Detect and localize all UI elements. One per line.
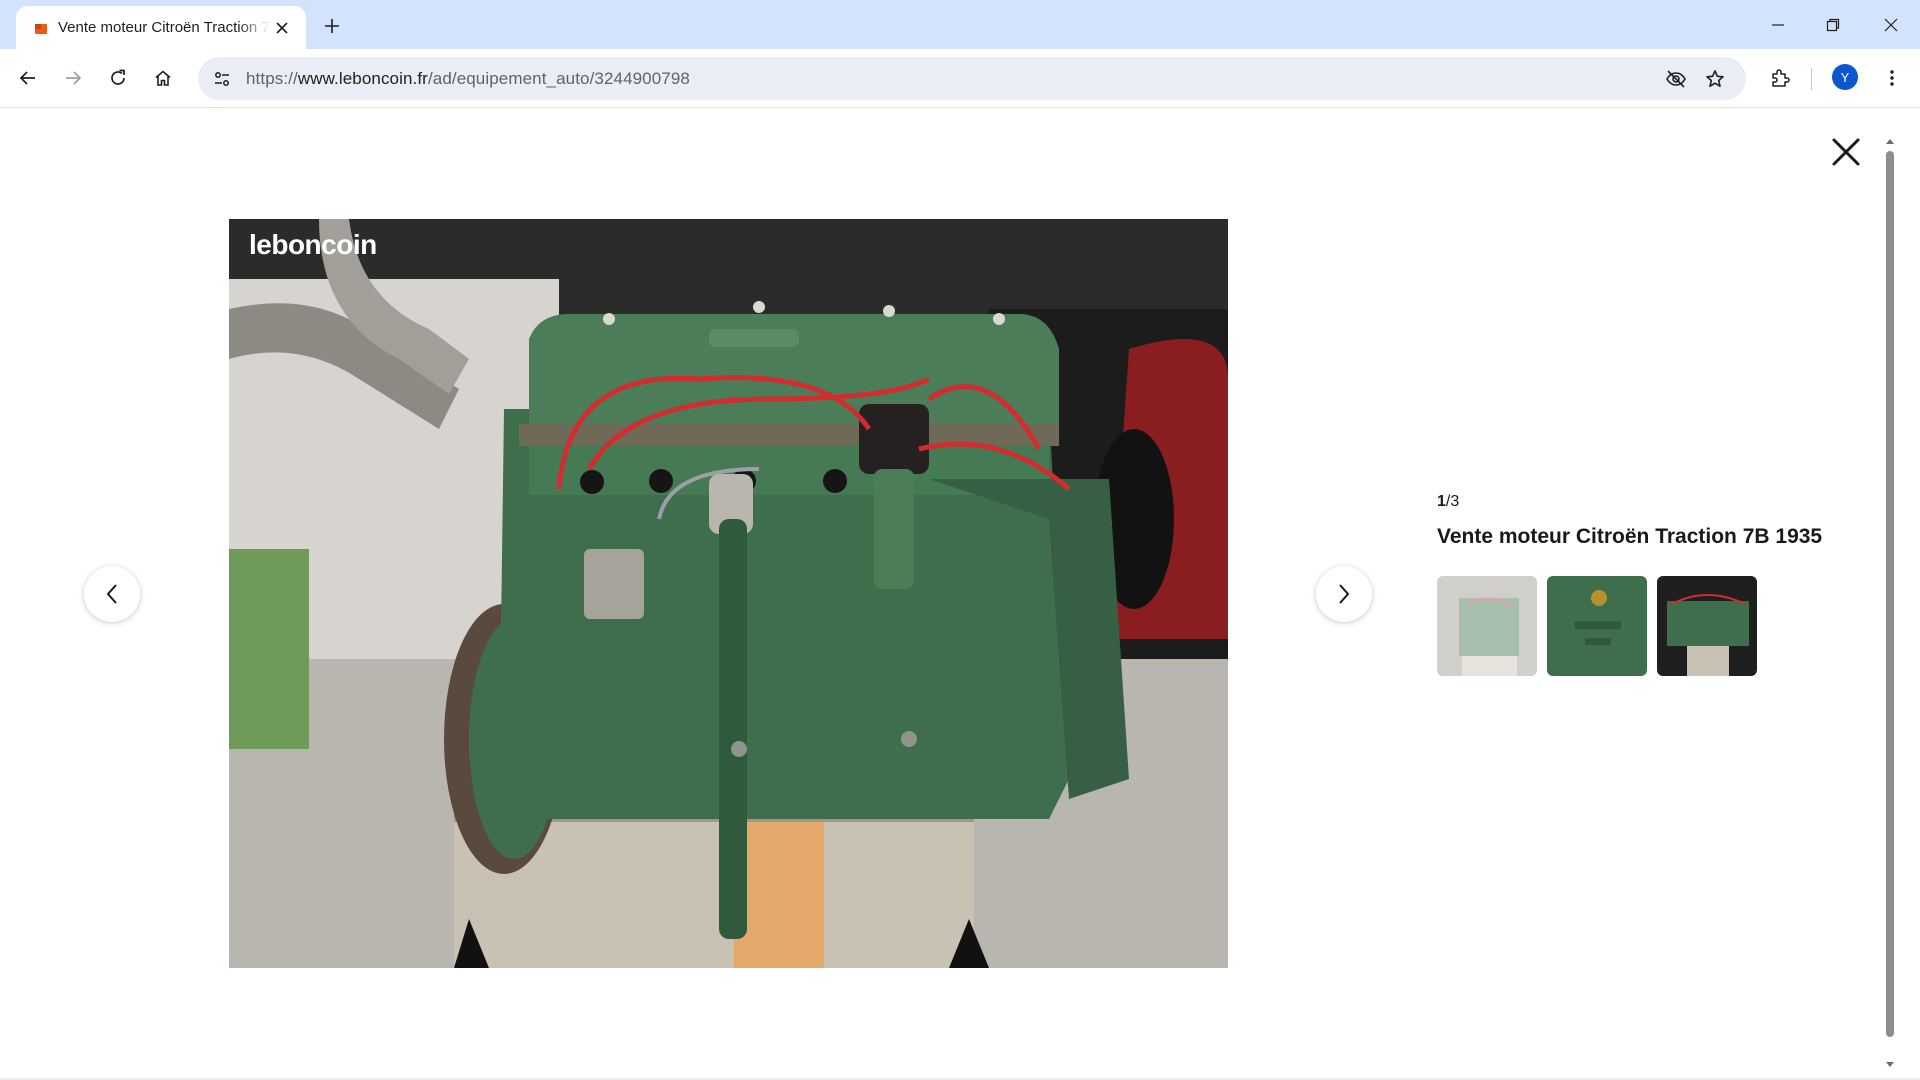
chevron-left-icon xyxy=(106,584,117,604)
chevron-right-icon xyxy=(1339,584,1350,604)
thumbnail-1[interactable] xyxy=(1437,576,1537,676)
site-info-tune-icon[interactable] xyxy=(206,63,238,95)
kebab-menu-icon[interactable] xyxy=(1876,62,1908,94)
tab-title: Vente moteur Citroën Traction 7B 1935 xyxy=(58,19,270,36)
photo-counter-total: /3 xyxy=(1445,493,1460,510)
bookmark-star-icon[interactable] xyxy=(1699,63,1731,95)
new-tab-icon[interactable] xyxy=(318,12,346,40)
photo-counter-current: 1 xyxy=(1437,493,1446,510)
thumbnail-strip xyxy=(1437,576,1837,676)
profile-avatar[interactable]: Y xyxy=(1832,64,1858,90)
minimize-icon[interactable] xyxy=(1758,10,1798,40)
leboncoin-watermark-logo: leboncoin xyxy=(249,229,377,260)
photo-info-panel: 1/3 Vente moteur Citroën Traction 7B 193… xyxy=(1437,493,1837,676)
ad-title: Vente moteur Citroën Traction 7B 1935 xyxy=(1437,525,1823,548)
vertical-scrollbar[interactable] xyxy=(1884,137,1896,1069)
scroll-down-arrow-icon[interactable] xyxy=(1885,1061,1895,1069)
url-scheme: https:// xyxy=(246,68,298,88)
extensions-puzzle-icon[interactable] xyxy=(1764,62,1796,94)
browser-tab-strip: Vente moteur Citroën Traction 7B 1935 xyxy=(0,0,1920,49)
toolbar-separator xyxy=(1811,68,1812,90)
browser-tab-active[interactable]: Vente moteur Citroën Traction 7B 1935 xyxy=(16,6,306,49)
eye-slash-icon[interactable] xyxy=(1660,63,1692,95)
engine-photo-illustration xyxy=(229,219,1228,968)
url-path: /ad/equipement_auto/3244900798 xyxy=(427,68,690,88)
reload-icon[interactable] xyxy=(102,62,134,94)
thumbnail-3[interactable] xyxy=(1657,576,1757,676)
url-text: https://www.leboncoin.fr/ad/equipement_a… xyxy=(246,69,690,89)
scroll-up-arrow-icon[interactable] xyxy=(1885,137,1895,145)
back-arrow-icon[interactable] xyxy=(12,62,44,94)
main-photo[interactable]: leboncoin xyxy=(229,219,1228,968)
photo-counter: 1/3 xyxy=(1437,493,1837,511)
previous-photo-button[interactable] xyxy=(84,566,140,622)
leboncoin-favicon-icon xyxy=(35,23,47,34)
close-viewer-icon[interactable] xyxy=(1826,132,1866,172)
next-photo-button[interactable] xyxy=(1316,566,1372,622)
browser-toolbar: https://www.leboncoin.fr/ad/equipement_a… xyxy=(0,49,1920,108)
window-close-icon[interactable] xyxy=(1871,10,1911,40)
scrollbar-thumb[interactable] xyxy=(1886,151,1894,1037)
thumbnail-2[interactable] xyxy=(1547,576,1647,676)
photo-viewer-modal: leboncoin 1/3 Vente moteur Citroën Tract… xyxy=(0,109,1920,1080)
forward-arrow-icon[interactable] xyxy=(57,62,89,94)
address-bar[interactable]: https://www.leboncoin.fr/ad/equipement_a… xyxy=(198,57,1746,100)
restore-icon[interactable] xyxy=(1813,10,1853,40)
url-host: www.leboncoin.fr xyxy=(297,68,428,88)
home-icon[interactable] xyxy=(147,62,179,94)
tab-close-icon[interactable] xyxy=(270,16,294,40)
